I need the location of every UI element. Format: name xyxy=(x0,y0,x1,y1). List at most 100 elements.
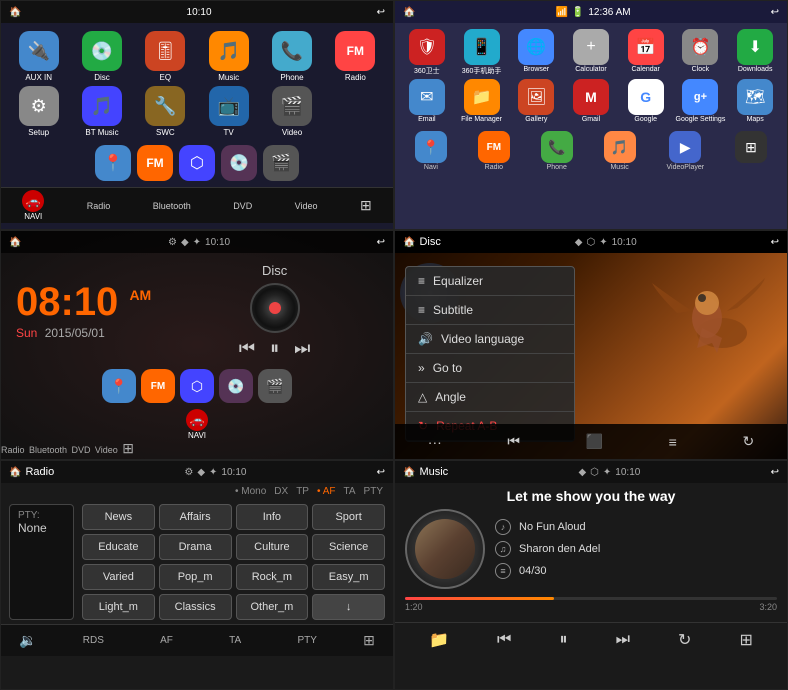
app2-music-dock[interactable]: 🎵 Music xyxy=(604,131,636,171)
menu-videolang[interactable]: 🔊 Video language xyxy=(406,325,574,354)
menu-equalizer[interactable]: ≡ Equalizer xyxy=(406,267,574,296)
nav-bluetooth[interactable]: Bluetooth xyxy=(153,201,191,211)
app-tv[interactable]: 📺 TV xyxy=(199,86,258,137)
app-bt-dock[interactable]: ⬡ xyxy=(179,145,215,183)
nav-grid[interactable]: ⊞ xyxy=(360,197,372,214)
eq-btn[interactable]: ⊞ xyxy=(740,630,753,650)
btn-science[interactable]: Science xyxy=(312,534,385,560)
btn-affairs[interactable]: Affairs xyxy=(159,504,232,530)
app2-calculator[interactable]: + Calculator xyxy=(565,29,617,76)
nav-video[interactable]: Video xyxy=(295,201,318,211)
bar-af[interactable]: AF xyxy=(150,631,183,650)
progress-bar[interactable] xyxy=(405,597,777,600)
app2-google[interactable]: G Google xyxy=(620,79,672,123)
ctrl-repeat[interactable]: ↻ xyxy=(738,429,758,454)
ctrl-stop[interactable]: ⬛ xyxy=(582,429,607,454)
btn-scroll-down[interactable]: ↓ xyxy=(312,594,385,620)
disc-circle[interactable] xyxy=(250,283,300,333)
app-music[interactable]: 🎵 Music xyxy=(199,31,258,82)
app2-downloads[interactable]: ⬇ Downloads xyxy=(729,29,781,76)
btn-otherm[interactable]: Other_m xyxy=(236,594,309,620)
btn-educate[interactable]: Educate xyxy=(82,534,155,560)
app2-email[interactable]: ✉ Email xyxy=(401,79,453,123)
repeat-music-btn[interactable]: ↻ xyxy=(678,630,691,650)
app2-clock[interactable]: ⏰ Clock xyxy=(675,29,727,76)
app-navi-dock[interactable]: 📍 xyxy=(95,145,131,183)
prev-track-btn[interactable]: ⏮ xyxy=(497,631,511,649)
menu-subtitle[interactable]: ≡ Subtitle xyxy=(406,296,574,325)
btn-info[interactable]: Info xyxy=(236,504,309,530)
app2-gallery[interactable]: 🖼 Gallery xyxy=(510,79,562,123)
bar-rds[interactable]: RDS xyxy=(73,631,114,650)
next-btn[interactable]: ⏭ xyxy=(294,338,310,359)
app2-video-dock[interactable]: ▶ VideoPlayer xyxy=(667,131,705,171)
app2-radio-dock[interactable]: FM Radio xyxy=(478,131,510,171)
btn-popm[interactable]: Pop_m xyxy=(159,564,232,590)
app2-calendar[interactable]: 📅 Calendar xyxy=(620,29,672,76)
play-pause-btn[interactable]: ⏸ xyxy=(559,631,567,649)
nav-radio-p3[interactable]: Radio xyxy=(1,445,25,455)
app-eq[interactable]: 🎚 EQ xyxy=(136,31,195,82)
app-radio-dock[interactable]: FM xyxy=(137,145,173,183)
nav-dvd-p3[interactable]: DVD xyxy=(71,445,90,455)
app2-360assistant[interactable]: 📱 360手机助手 xyxy=(456,29,508,76)
bar-pty[interactable]: PTY xyxy=(287,631,326,650)
btn-rockm[interactable]: Rock_m xyxy=(236,564,309,590)
app2-navi-dock[interactable]: 📍 Navi xyxy=(415,131,447,171)
app-dvd-dock[interactable]: 💿 xyxy=(221,145,257,183)
dock-radio-p3[interactable]: FM xyxy=(141,369,175,405)
btn-varied[interactable]: Varied xyxy=(82,564,155,590)
next-track-btn[interactable]: ⏭ xyxy=(616,631,630,649)
nav-dvd[interactable]: DVD xyxy=(233,201,252,211)
nav-bt-p3[interactable]: Bluetooth xyxy=(29,445,67,455)
nav-video-p3[interactable]: Video xyxy=(95,445,118,455)
app2-gmail[interactable]: M Gmail xyxy=(565,79,617,123)
dock-video-p3[interactable]: 🎬 xyxy=(258,369,292,405)
app-video-dock[interactable]: 🎬 xyxy=(263,145,299,183)
dock-dvd-p3[interactable]: 💿 xyxy=(219,369,253,405)
btn-classics[interactable]: Classics xyxy=(159,594,232,620)
app-radio[interactable]: FM Radio xyxy=(326,31,385,82)
btn-drama[interactable]: Drama xyxy=(159,534,232,560)
menu-goto[interactable]: » Go to xyxy=(406,354,574,383)
btn-sport[interactable]: Sport xyxy=(312,504,385,530)
dock-bt-p3[interactable]: ⬡ xyxy=(180,369,214,405)
nav-radio[interactable]: Radio xyxy=(87,201,111,211)
folder-btn[interactable]: 📁 xyxy=(429,630,449,650)
nav-car-p3[interactable]: 🚗 NAVI xyxy=(1,409,393,440)
app2-maps[interactable]: 🗺 Maps xyxy=(729,79,781,123)
btn-easym[interactable]: Easy_m xyxy=(312,564,385,590)
app-video[interactable]: 🎬 Video xyxy=(262,86,321,137)
app-swc[interactable]: 🔧 SWC xyxy=(136,86,195,137)
menu-angle[interactable]: △ Angle xyxy=(406,383,574,412)
app-auxin[interactable]: 🔌 AUX IN xyxy=(9,31,68,82)
btn-culture[interactable]: Culture xyxy=(236,534,309,560)
dock-navi-p3[interactable]: 📍 xyxy=(102,369,136,405)
app2-grid-btn[interactable]: ⊞ xyxy=(735,131,767,171)
app2-phone-dock[interactable]: 📞 Phone xyxy=(541,131,573,171)
settings-icon-radio[interactable]: ⊞ xyxy=(363,632,375,649)
app-phone[interactable]: 📞 Phone xyxy=(262,31,321,82)
nav-navi[interactable]: 🚗 NAVI xyxy=(22,190,44,221)
disc-player-area: Disc ⏮ ⏸ ⏭ xyxy=(171,263,378,359)
progress-fill xyxy=(405,597,554,600)
app2-browser[interactable]: 🌐 Browser xyxy=(510,29,562,76)
bar-ta[interactable]: TA xyxy=(219,631,251,650)
pause-btn[interactable]: ⏸ xyxy=(270,338,279,359)
vol-down-icon[interactable]: 🔉 xyxy=(19,632,36,649)
app-disc[interactable]: 💿 Disc xyxy=(72,31,131,82)
app2-360guard[interactable]: 🛡 360卫士 xyxy=(401,29,453,76)
btn-news[interactable]: News xyxy=(82,504,155,530)
prev-btn[interactable]: ⏮ xyxy=(239,338,255,359)
app2-filemanager[interactable]: 📁 File Manager xyxy=(456,79,508,123)
status-time-p1: 10:10 xyxy=(187,7,212,18)
app-btmusic[interactable]: 🎵 BT Music xyxy=(72,86,131,137)
ctrl-list[interactable]: ≡ xyxy=(665,430,681,454)
back-icon-p3: ↩ xyxy=(377,237,385,248)
ctrl-menu[interactable]: ··· xyxy=(424,430,446,454)
nav-grid-p3[interactable]: ⊞ xyxy=(122,440,134,456)
ctrl-prev[interactable]: ⏮ xyxy=(503,429,524,454)
app-setup[interactable]: ⚙ Setup xyxy=(9,86,68,137)
btn-lightm[interactable]: Light_m xyxy=(82,594,155,620)
app2-googlesettings[interactable]: g+ Google Settings xyxy=(675,79,727,123)
